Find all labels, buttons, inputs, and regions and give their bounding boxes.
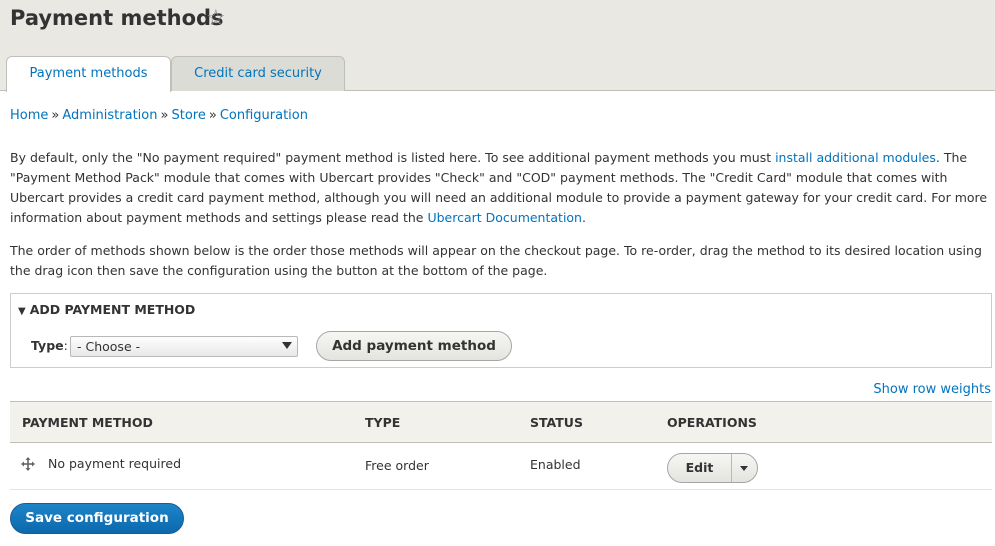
show-row-weights-link[interactable]: Show row weights bbox=[873, 382, 991, 397]
table-header: PAYMENT METHOD TYPE STATUS OPERATIONS bbox=[10, 401, 992, 443]
triangle-down-icon bbox=[740, 466, 748, 471]
breadcrumb-administration[interactable]: Administration bbox=[62, 108, 157, 123]
page-title: Payment methods bbox=[10, 6, 224, 30]
save-configuration-button[interactable]: Save configuration bbox=[10, 503, 184, 534]
type-label-text: Type bbox=[31, 338, 64, 353]
header-status: STATUS bbox=[530, 415, 583, 430]
breadcrumb-home[interactable]: Home bbox=[10, 108, 48, 123]
breadcrumb-separator: » bbox=[160, 108, 169, 123]
breadcrumb-configuration[interactable]: Configuration bbox=[220, 108, 308, 123]
header-operations: OPERATIONS bbox=[667, 415, 757, 430]
add-payment-method-button[interactable]: Add payment method bbox=[316, 331, 512, 361]
breadcrumb-separator: » bbox=[208, 108, 217, 123]
star-outline-icon[interactable]: ☆ bbox=[206, 6, 226, 32]
breadcrumb: Home» Administration» Store» Configuration bbox=[10, 108, 308, 123]
legend-label: ADD PAYMENT METHOD bbox=[29, 302, 196, 317]
operations-dropbutton: Edit bbox=[667, 453, 758, 483]
triangle-down-icon: ▼ bbox=[18, 306, 26, 317]
move-arrows-icon[interactable] bbox=[21, 457, 35, 471]
breadcrumb-separator: » bbox=[51, 108, 60, 123]
install-additional-modules-link[interactable]: install additional modules bbox=[775, 150, 936, 165]
row-status: Enabled bbox=[530, 457, 581, 472]
order-help-paragraph: The order of methods shown below is the … bbox=[10, 243, 982, 278]
add-payment-method-fieldset: ▼ ADD PAYMENT METHOD Type: - Choose - Add… bbox=[10, 293, 992, 368]
description-text: . bbox=[582, 210, 586, 225]
chevron-down-icon bbox=[282, 342, 292, 349]
breadcrumb-store[interactable]: Store bbox=[171, 108, 205, 123]
description-text: By default, only the "No payment require… bbox=[10, 150, 776, 165]
tab-payment-methods[interactable]: Payment methods bbox=[6, 56, 171, 92]
add-payment-method-legend[interactable]: ▼ ADD PAYMENT METHOD bbox=[18, 302, 195, 317]
edit-button[interactable]: Edit bbox=[668, 454, 732, 482]
description-paragraph: By default, only the "No payment require… bbox=[10, 148, 992, 228]
type-select-value: - Choose - bbox=[77, 339, 141, 354]
header-payment-method: PAYMENT METHOD bbox=[22, 415, 153, 430]
header-type: TYPE bbox=[365, 415, 401, 430]
payment-methods-table: PAYMENT METHOD TYPE STATUS OPERATIONS No… bbox=[10, 401, 992, 490]
tabs: Payment methods Credit card security bbox=[6, 56, 345, 92]
type-select[interactable]: - Choose - bbox=[70, 336, 298, 357]
ubercart-documentation-link[interactable]: Ubercart Documentation bbox=[427, 210, 582, 225]
row-method-name: No payment required bbox=[48, 456, 182, 471]
tab-credit-card-security[interactable]: Credit card security bbox=[171, 56, 345, 91]
type-label-colon: : bbox=[63, 338, 68, 353]
table-row: No payment required Free order Enabled E… bbox=[10, 443, 992, 490]
operations-toggle[interactable] bbox=[732, 454, 757, 482]
row-type: Free order bbox=[365, 458, 429, 473]
type-label: Type: bbox=[31, 338, 68, 353]
page-header: Payment methods ☆ Payment methods Credit… bbox=[0, 0, 995, 92]
